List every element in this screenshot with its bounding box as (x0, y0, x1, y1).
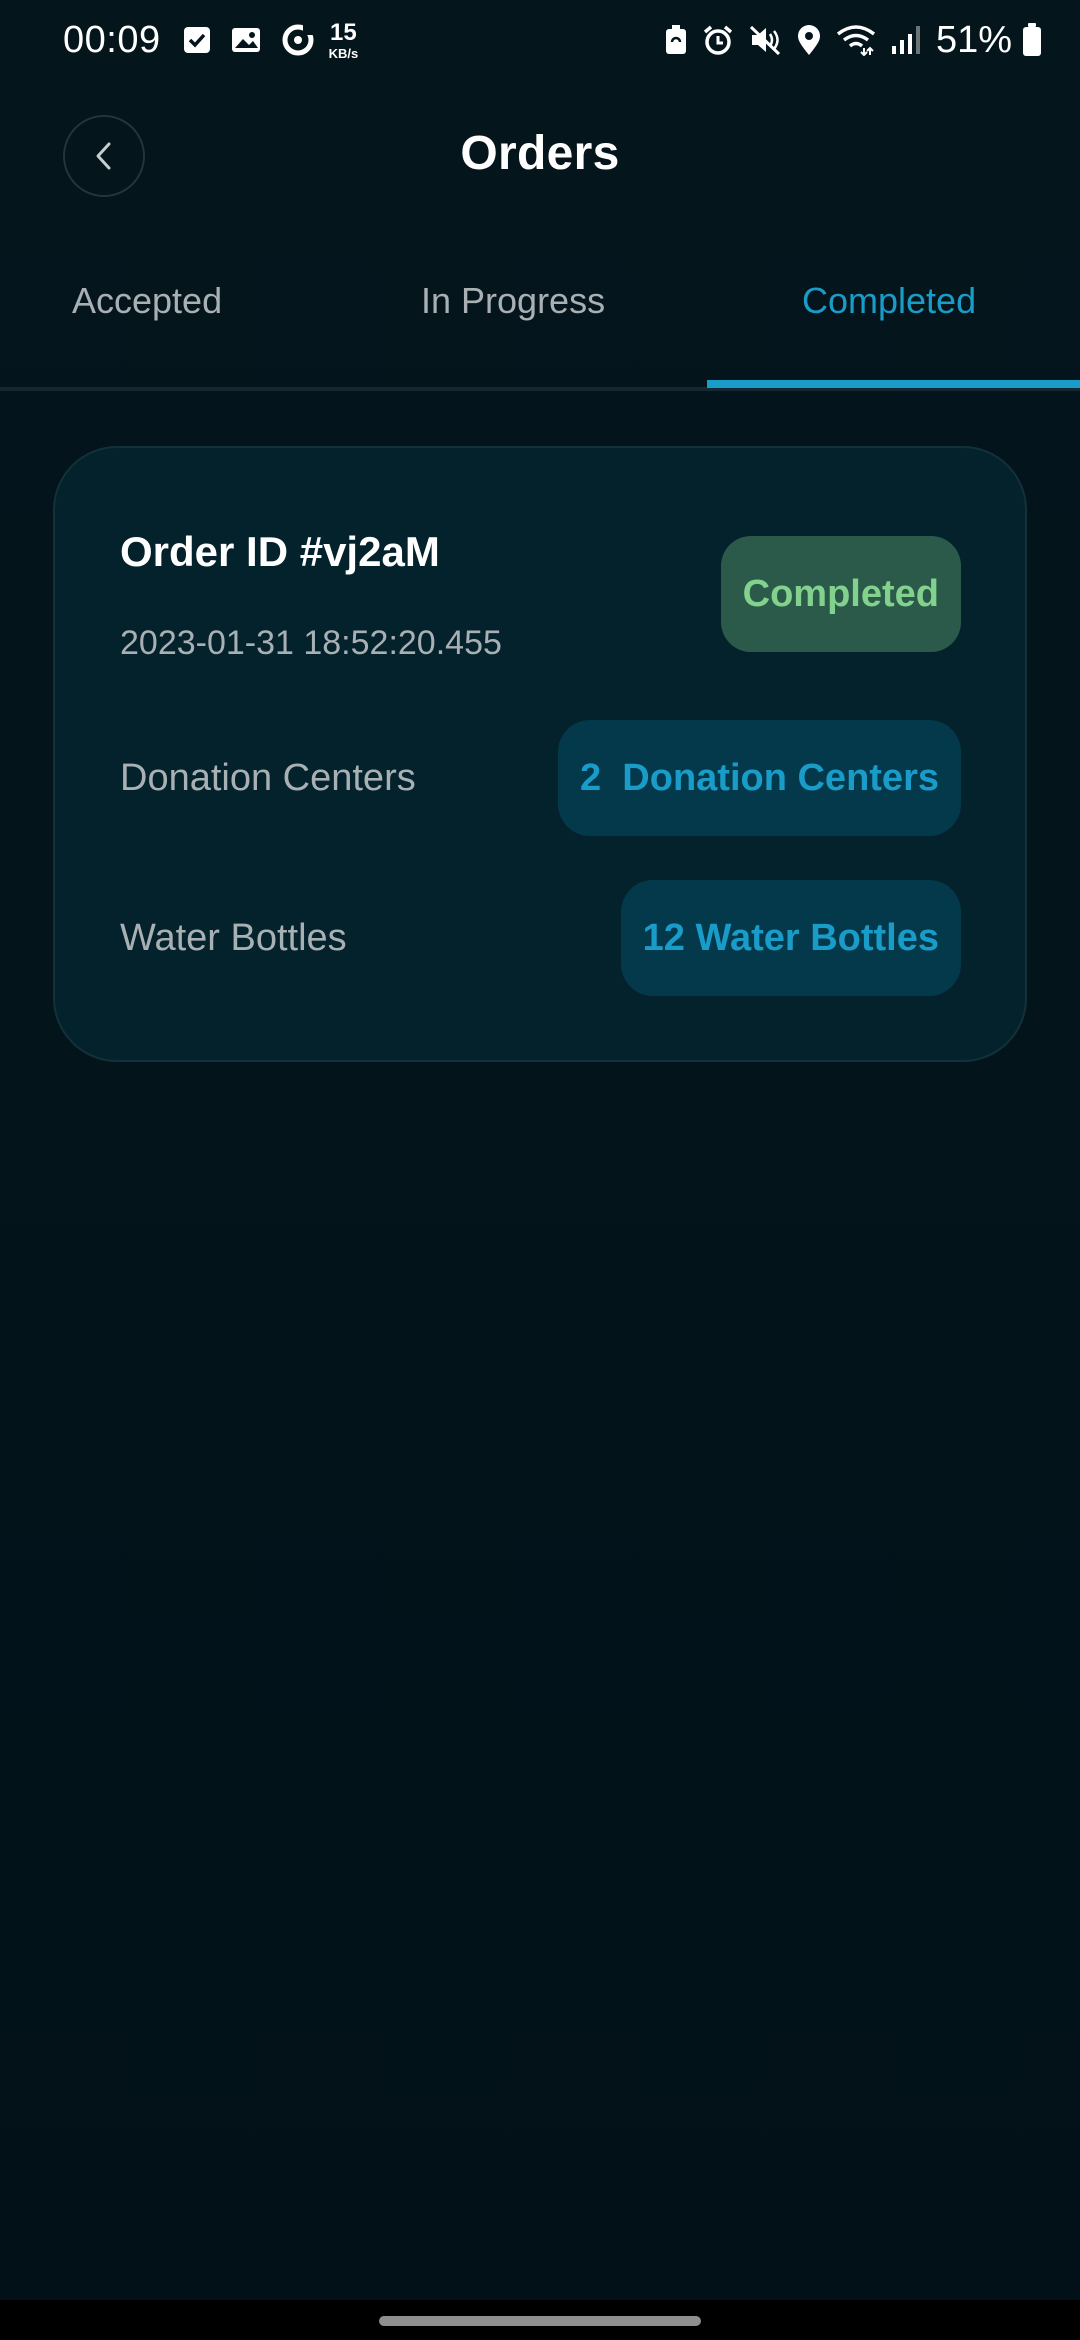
tab-in-progress[interactable]: In Progress (421, 280, 605, 322)
alarm-icon (702, 24, 734, 56)
order-timestamp: 2023-01-31 18:52:20.455 (120, 624, 502, 662)
status-time: 00:09 (63, 18, 161, 61)
water-bottles-pill[interactable]: 12 Water Bottles (620, 880, 961, 996)
checkbox-icon (183, 26, 211, 54)
battery-saver-icon (664, 24, 688, 56)
tab-bar: Accepted In Progress Completed (0, 260, 1080, 391)
page-title: Orders (460, 127, 620, 180)
water-bottles-label: Water Bottles (120, 917, 347, 959)
signal-icon (890, 24, 922, 56)
status-right: 51% (664, 14, 1042, 66)
home-indicator[interactable] (379, 2316, 701, 2326)
location-icon (796, 24, 822, 56)
image-icon (231, 26, 261, 54)
battery-icon (1022, 23, 1042, 57)
status-bar: 00:09 15 KB/s 51% (0, 0, 1080, 80)
tab-accepted[interactable]: Accepted (72, 280, 222, 322)
network-speed-value: 15 (330, 18, 357, 46)
order-card[interactable]: Order ID #vj2aM 2023-01-31 18:52:20.455 … (53, 446, 1027, 1062)
network-speed: 15 KB/s (328, 18, 359, 61)
mute-icon (748, 24, 782, 56)
order-id: Order ID #vj2aM (120, 528, 440, 575)
battery-percent: 51% (935, 18, 1012, 61)
status-badge: Completed (720, 536, 961, 652)
tab-active-indicator (707, 380, 1080, 388)
network-speed-unit: KB/s (328, 45, 359, 61)
donation-centers-label: Donation Centers (120, 757, 416, 799)
wifi-icon (836, 24, 876, 56)
donation-centers-pill[interactable]: 2 Donation Centers (558, 720, 961, 836)
sync-icon (281, 23, 315, 57)
tab-completed[interactable]: Completed (802, 280, 976, 322)
status-left: 00:09 15 KB/s (63, 14, 358, 66)
